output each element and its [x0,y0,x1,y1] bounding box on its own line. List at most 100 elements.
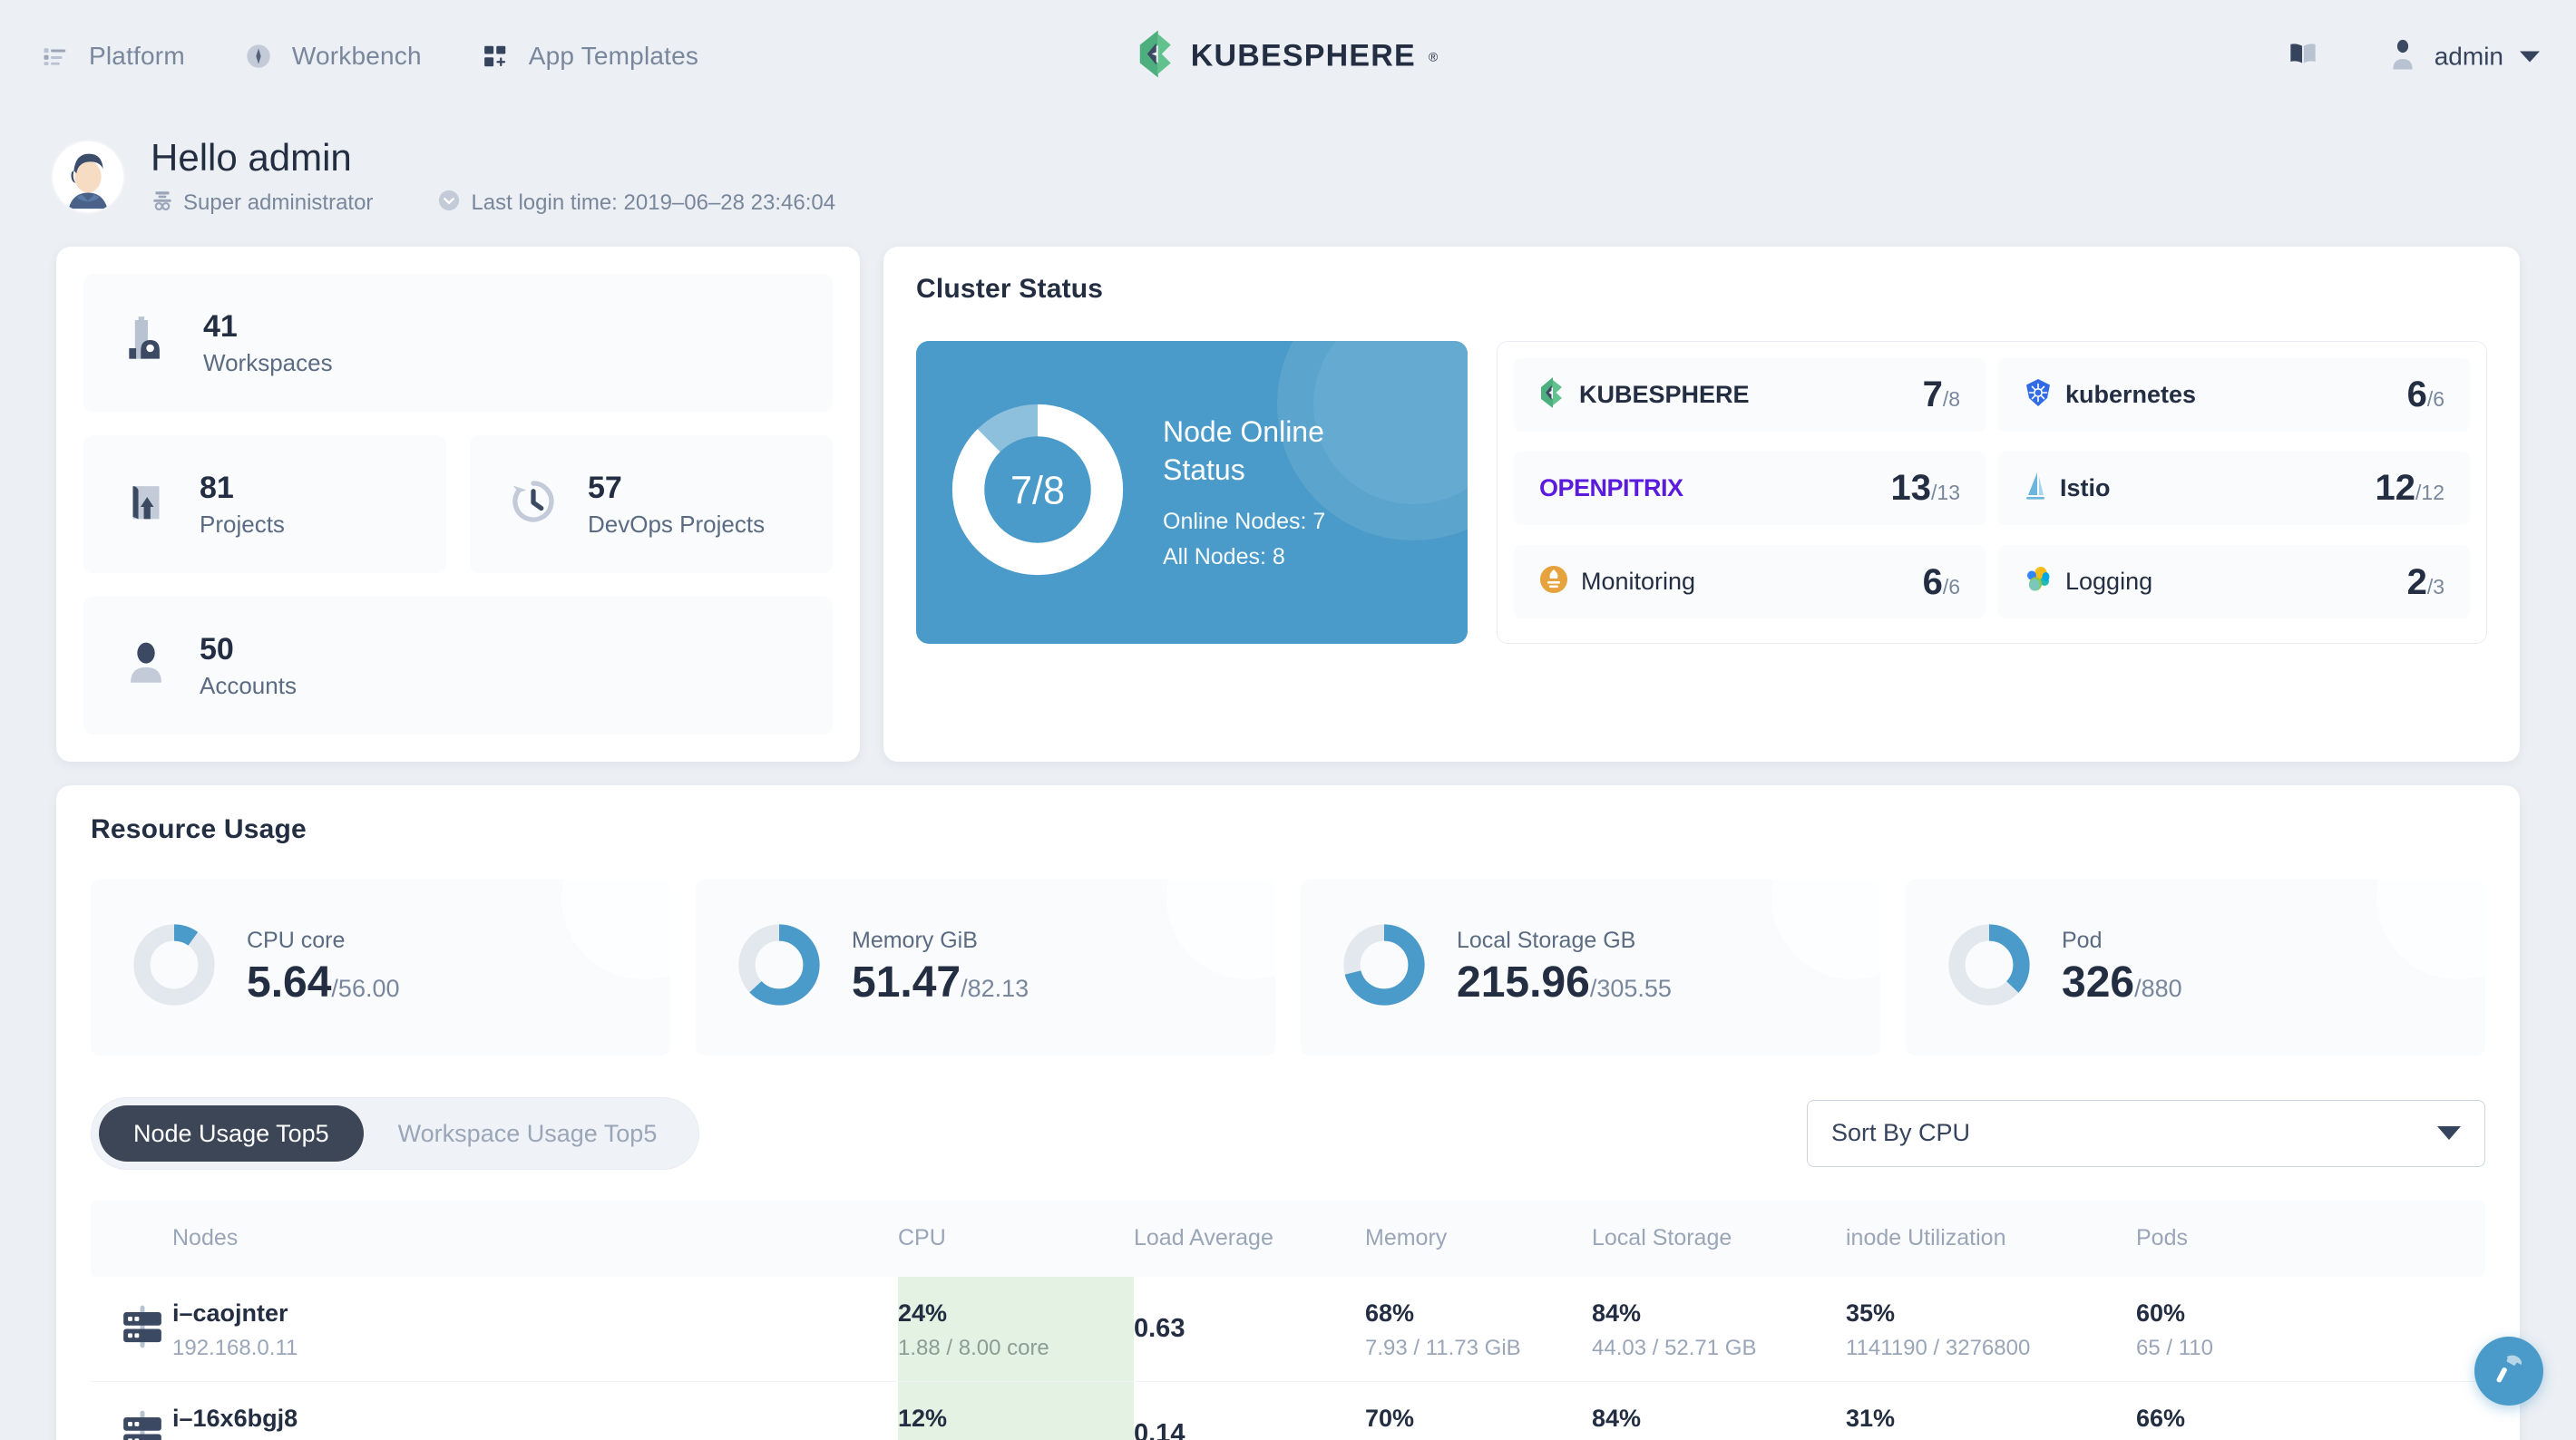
row-pods-percent: 66% [2136,1405,2186,1432]
user-role-label: Super administrator [183,190,374,215]
cluster-status-title: Cluster Status [916,273,1104,304]
row-storage-cell: 84% 44.03 / 52.71 GB [1592,1277,1846,1382]
kubesphere-brand[interactable]: KUBESPHERE ® [1138,30,1439,83]
compass-icon [243,41,274,72]
nav-item-app-templates[interactable]: App Templates [480,41,698,72]
stat-label-accounts: Accounts [200,672,297,700]
table-row[interactable]: i–caojnter 192.168.0.11 24% 1.88 / 8.00 … [91,1276,2485,1382]
row-node-ip: 192.168.0.11 [172,1335,298,1360]
stat-value-devops: 57 [588,470,622,505]
main-nav: Platform Workbench App Templates [40,41,698,72]
stat-tile-accounts[interactable]: 50 Accounts [83,596,833,735]
usage-value-memory-number: 51.47 [852,958,961,1007]
account-icon [120,637,172,694]
workspace-icon [120,312,176,373]
component-kubesphere-count: 7/8 [1923,376,1960,413]
cpu-usage-donut [131,921,218,1013]
row-cpu-detail: 1.88 / 8.00 core [898,1335,1049,1360]
node-usage-table: Nodes CPU Load Average Memory Local Stor… [91,1200,2485,1440]
top-navigation-bar: Platform Workbench App Templates KUBESPH… [0,0,2576,112]
component-monitoring-name: Monitoring [1581,568,1696,596]
nav-item-workbench[interactable]: Workbench [243,41,422,72]
table-col-memory: Memory [1365,1200,1592,1277]
row-memory-percent: 70% [1365,1405,1415,1432]
component-openpitrix-denominator: /13 [1931,481,1960,505]
cluster-status-body: 7/8 Node Online Status Online Nodes: 7 A… [916,340,2487,644]
component-monitoring-denominator: /6 [1942,574,1960,598]
stat-label-workspaces: Workspaces [203,349,333,377]
stat-tile-workspaces[interactable]: 41 Workspaces [83,273,833,412]
component-istio-denominator: /12 [2415,481,2444,505]
memory-usage-donut [736,921,823,1013]
component-kubernetes[interactable]: kubernetes 6/6 [1998,357,2470,432]
component-kubernetes-count: 6/6 [2407,376,2444,413]
table-col-icon-spacer [91,1200,172,1277]
row-cpu-percent: 24% [898,1299,948,1327]
component-monitoring-identity: Monitoring [1539,565,1695,598]
component-kubesphere-denominator: /8 [1942,387,1960,411]
component-logging-value: 2 [2406,561,2427,602]
component-logging-name: Logging [2065,568,2153,596]
component-istio[interactable]: Istio 12/12 [1998,451,2470,525]
component-istio-count: 12/12 [2376,470,2444,506]
row-pods-cell: 60% 65 / 110 [2136,1277,2485,1382]
component-kubesphere-identity: KUBESPHERE [1539,376,1750,413]
component-monitoring-value: 6 [1922,561,1943,602]
greeting-texts: Hello admin Super administrator Last log… [151,134,835,219]
tab-node-usage-top5[interactable]: Node Usage Top5 [99,1104,364,1162]
component-istio-identity: Istio [2024,471,2111,506]
nav-item-platform[interactable]: Platform [40,41,185,72]
kubesphere-logo-icon [1539,376,1566,413]
brand-name: KUBESPHERE [1190,38,1416,73]
toolbox-fab-button[interactable] [2474,1337,2543,1406]
stat-texts-workspaces: 41 Workspaces [203,307,333,378]
user-name: admin [2434,42,2503,70]
component-kubesphere-name: KUBESPHERE [1579,380,1750,408]
usage-meta-cpu: CPU core 5.64/56.00 [247,928,400,1007]
overview-cards-row: 41 Workspaces 81 Projects 57 DevOps Proj… [0,246,2576,762]
usage-label-memory: Memory GiB [852,927,978,953]
row-node-name: i–16x6bgj8 [172,1405,298,1432]
node-all-count: All Nodes: 8 [1163,544,1285,570]
user-role: Super administrator [151,189,373,219]
prometheus-logo-icon [1539,565,1568,598]
storage-usage-donut [1341,921,1428,1013]
stat-tile-devops-projects[interactable]: 57 DevOps Projects [470,434,833,573]
stat-value-accounts: 50 [200,631,234,666]
component-openpitrix[interactable]: OPENPITRIX 13/13 [1514,451,1986,525]
row-node-icon-cell [91,1382,172,1440]
node-online-status-tile[interactable]: 7/8 Node Online Status Online Nodes: 7 A… [916,340,1468,644]
row-storage-percent: 84% [1592,1405,1642,1432]
sort-by-select[interactable]: Sort By CPU [1807,1099,2485,1167]
user-menu[interactable]: admin [2387,37,2540,76]
component-logging[interactable]: Logging 2/3 [1998,545,2470,619]
stat-tile-projects[interactable]: 81 Projects [83,434,446,573]
node-status-texts: Node Online Status Online Nodes: 7 All N… [1163,414,1408,570]
greeting-meta: Super administrator Last login time: 201… [151,188,835,219]
table-col-load-average: Load Average [1134,1200,1365,1277]
book-icon[interactable] [2288,41,2318,73]
stat-value-workspaces: 41 [203,308,238,344]
brand-registered-mark: ® [1428,49,1439,63]
row-load-average: 0.14 [1134,1419,1186,1440]
usage-meta-pod: Pod 326/880 [2062,928,2182,1007]
grid-plus-icon [480,41,511,72]
table-col-pods: Pods [2136,1200,2485,1277]
component-monitoring[interactable]: Monitoring 6/6 [1514,545,1986,619]
row-node-icon-cell [91,1277,172,1382]
cluster-status-card: Cluster Status 7/8 Node Online Status On… [883,246,2520,762]
tab-workspace-usage-top5[interactable]: Workspace Usage Top5 [364,1105,692,1162]
row-memory-cell: 70% 8.11 / 11.73 GiB [1365,1382,1592,1440]
decorative-corner [561,879,670,979]
component-openpitrix-name: OPENPITRIX [1539,473,1683,501]
devops-clock-icon [506,474,561,533]
resource-usage-card: Resource Usage CPU core 5.64/56.00 Memor… [56,784,2520,1440]
usage-value-cpu: 5.64/56.00 [247,958,400,1007]
usage-label-cpu: CPU core [247,927,346,953]
table-row[interactable]: i–16x6bgj8 192.168.0.14 12% 0.93 / 8.00 … [91,1381,2485,1440]
row-cpu-percent: 12% [898,1405,948,1432]
component-monitoring-count: 6/6 [1923,564,1960,600]
component-kubesphere[interactable]: KUBESPHERE 7/8 [1514,357,1986,432]
usage-tile-memory: Memory GiB 51.47/82.13 [696,879,1275,1056]
component-openpitrix-count: 13/13 [1891,470,1960,506]
